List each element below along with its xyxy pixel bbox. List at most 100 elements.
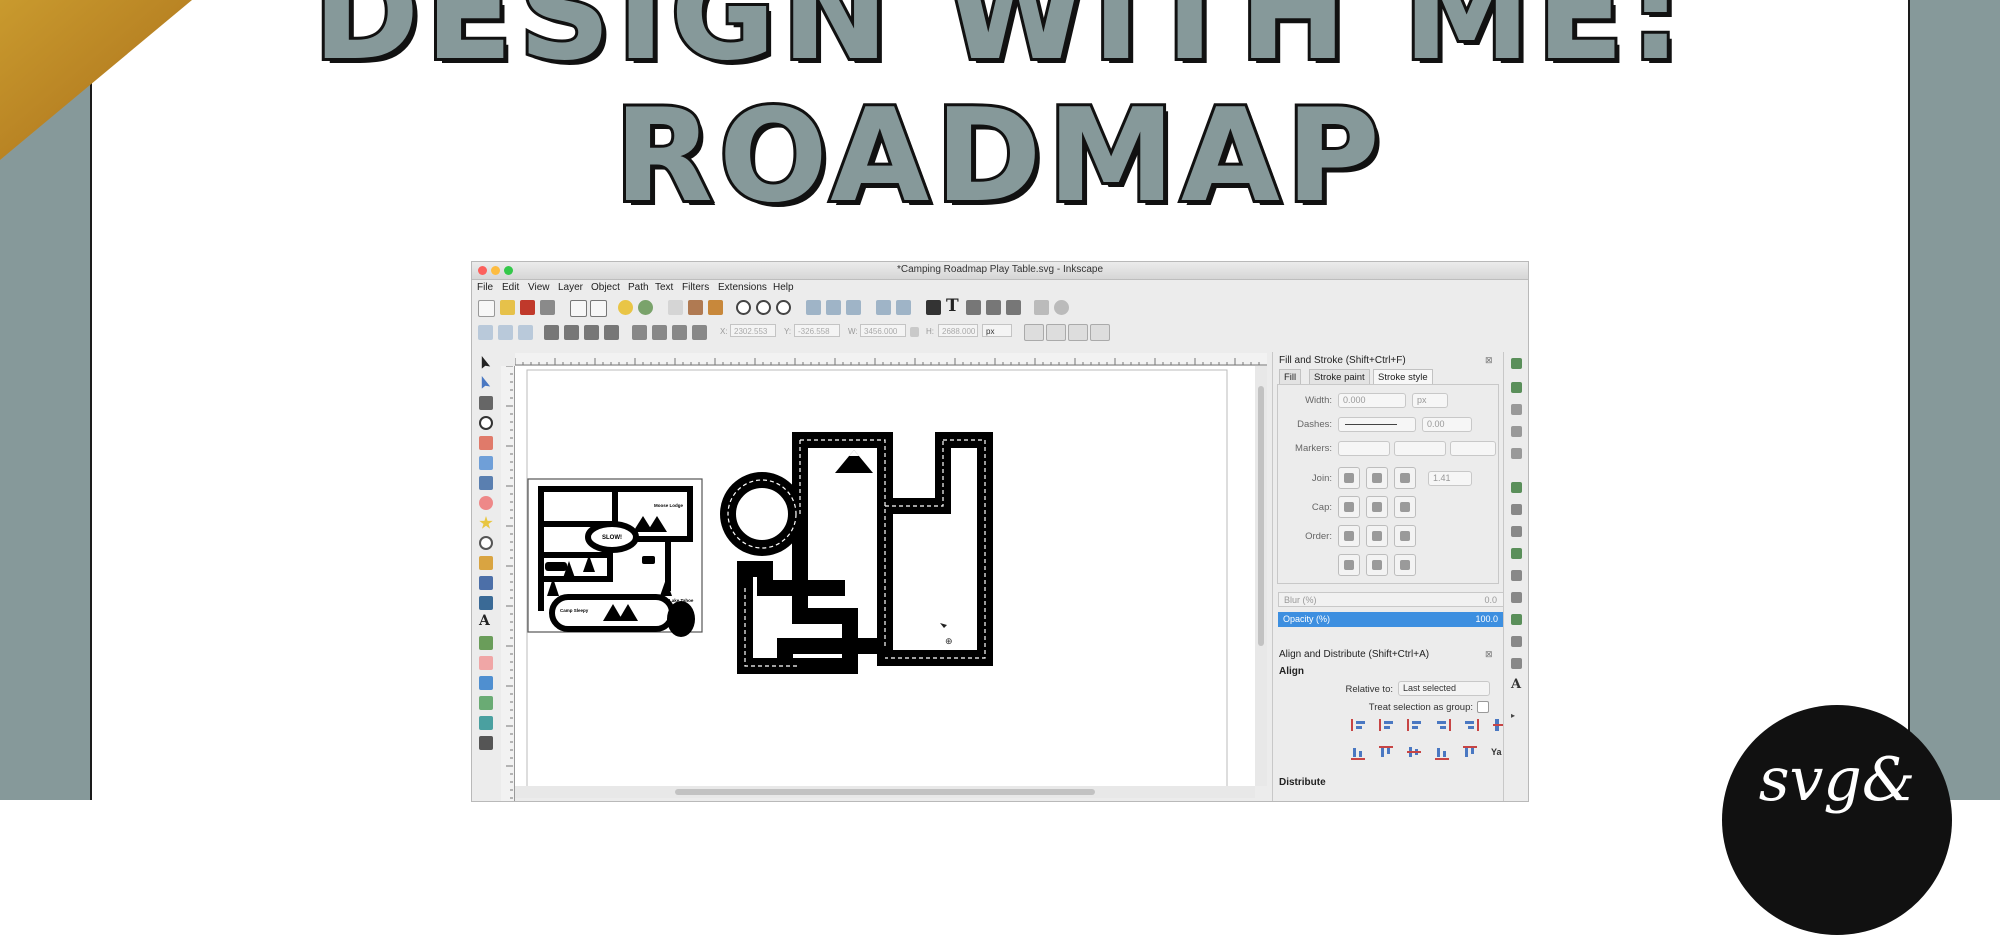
snap-page-border-icon[interactable]: [1511, 658, 1522, 669]
order-fill-markers-icon[interactable]: [1394, 525, 1416, 547]
save-icon[interactable]: [520, 300, 535, 315]
rotate-ccw-icon[interactable]: [544, 325, 559, 340]
snap-intersection-icon[interactable]: [1511, 526, 1522, 537]
pen-tool-icon[interactable]: [479, 576, 493, 590]
align-right-sides-icon[interactable]: [1435, 719, 1451, 731]
text-tool-icon[interactable]: A: [479, 614, 493, 628]
open-folder-icon[interactable]: [500, 300, 515, 315]
h-field[interactable]: 2688.000: [938, 324, 978, 337]
snap-nodes-icon[interactable]: [1511, 482, 1522, 493]
menu-path[interactable]: Path: [628, 282, 649, 293]
snap-bbox-icon[interactable]: [1511, 382, 1522, 393]
raise-to-top-icon[interactable]: [632, 325, 647, 340]
document-properties-icon[interactable]: [1034, 300, 1049, 315]
start-marker-select[interactable]: [1338, 441, 1390, 456]
cap-butt-icon[interactable]: [1338, 496, 1360, 518]
join-bevel-icon[interactable]: [1338, 467, 1360, 489]
duplicate-icon[interactable]: [806, 300, 821, 315]
select-all-icon[interactable]: [478, 325, 493, 340]
scale-corners-icon[interactable]: [1046, 324, 1066, 341]
flip-vertical-icon[interactable]: [604, 325, 619, 340]
rectangle-tool-icon[interactable]: [479, 456, 493, 470]
deselect-icon[interactable]: [518, 325, 533, 340]
scale-stroke-icon[interactable]: [1024, 324, 1044, 341]
end-marker-select[interactable]: [1450, 441, 1496, 456]
ellipse-tool-icon[interactable]: [479, 496, 493, 510]
zoom-tool-icon[interactable]: [479, 416, 493, 430]
tab-fill[interactable]: Fill: [1279, 369, 1302, 384]
group-icon[interactable]: [876, 300, 891, 315]
close-align-icon[interactable]: ⊠: [1485, 649, 1493, 660]
spiral-tool-icon[interactable]: [479, 536, 493, 550]
snap-object-midpoint-icon[interactable]: [1511, 614, 1522, 625]
transform-patterns-icon[interactable]: [1090, 324, 1110, 341]
y-field[interactable]: -326.558: [794, 324, 840, 337]
blur-slider[interactable]: Blur (%) 0.0: [1278, 592, 1504, 607]
width-field[interactable]: 0.000: [1338, 393, 1406, 408]
snap-bbox-corner-icon[interactable]: [1511, 426, 1522, 437]
calligraphy-tool-icon[interactable]: [479, 596, 493, 610]
clone-icon[interactable]: [826, 300, 841, 315]
measure-tool-icon[interactable]: [479, 436, 493, 450]
width-unit-select[interactable]: px: [1412, 393, 1448, 408]
align-distribute-icon[interactable]: [1006, 300, 1021, 315]
lower-icon[interactable]: [672, 325, 687, 340]
ungroup-icon[interactable]: [896, 300, 911, 315]
selector-tool-icon[interactable]: [481, 356, 491, 369]
tab-stroke-style[interactable]: Stroke style: [1373, 369, 1433, 384]
menu-object[interactable]: Object: [591, 282, 620, 293]
copy-icon[interactable]: [668, 300, 683, 315]
zoom-page-icon[interactable]: [776, 300, 791, 315]
menu-filters[interactable]: Filters: [682, 282, 709, 293]
vertical-scrollbar[interactable]: [1255, 366, 1267, 786]
tab-stroke-paint[interactable]: Stroke paint: [1309, 369, 1370, 384]
align-left-edges-icon[interactable]: [1379, 719, 1395, 731]
order-normal-icon[interactable]: [1338, 525, 1360, 547]
align-bottom-to-top-icon[interactable]: [1351, 746, 1365, 760]
mesh-tool-icon[interactable]: [479, 716, 493, 730]
snap-bbox-edge-icon[interactable]: [1511, 404, 1522, 415]
flip-horizontal-icon[interactable]: [584, 325, 599, 340]
unit-select[interactable]: px: [982, 324, 1012, 337]
transform-gradients-icon[interactable]: [1068, 324, 1088, 341]
snap-path-icon[interactable]: [1511, 504, 1522, 515]
undo-icon[interactable]: [618, 300, 633, 315]
menu-help[interactable]: Help: [773, 282, 794, 293]
snap-enable-icon[interactable]: [1511, 358, 1522, 369]
xml-editor-icon[interactable]: [986, 300, 1001, 315]
menu-layer[interactable]: Layer: [558, 282, 583, 293]
lock-ratio-icon[interactable]: [910, 327, 919, 337]
order-markers-fill-icon[interactable]: [1338, 554, 1360, 576]
relative-to-select[interactable]: Last selected: [1398, 681, 1490, 696]
gradient-tool-icon[interactable]: [479, 696, 493, 710]
order-stroke-markers-icon[interactable]: [1366, 554, 1388, 576]
cap-square-icon[interactable]: [1394, 496, 1416, 518]
snap-smooth-icon[interactable]: [1511, 570, 1522, 581]
w-field[interactable]: 3456.000: [860, 324, 906, 337]
select-all-layers-icon[interactable]: [498, 325, 513, 340]
menu-view[interactable]: View: [528, 282, 550, 293]
menu-text[interactable]: Text: [655, 282, 673, 293]
snap-text-baseline-icon[interactable]: A: [1511, 678, 1522, 691]
close-panel-icon[interactable]: ⊠: [1485, 355, 1493, 366]
zoom-selection-icon[interactable]: [736, 300, 751, 315]
cut-icon[interactable]: [688, 300, 703, 315]
menu-file[interactable]: File: [477, 282, 493, 293]
rotate-cw-icon[interactable]: [564, 325, 579, 340]
snap-line-midpoint-icon[interactable]: [1511, 592, 1522, 603]
star-tool-icon[interactable]: [479, 516, 493, 529]
expand-arrow-icon[interactable]: ▸: [1511, 710, 1522, 721]
dropper-tool-icon[interactable]: [479, 736, 493, 750]
align-bottom-edges-icon[interactable]: [1435, 746, 1449, 760]
mid-marker-select[interactable]: [1394, 441, 1446, 456]
align-right-edges-icon[interactable]: [1351, 719, 1367, 731]
align-top-to-bottom-icon[interactable]: [1463, 746, 1477, 760]
snap-rotation-center-icon[interactable]: [1511, 636, 1522, 647]
box3d-tool-icon[interactable]: [479, 476, 493, 490]
cap-round-icon[interactable]: [1366, 496, 1388, 518]
align-left-to-right-icon[interactable]: [1463, 719, 1479, 731]
horizontal-scrollbar[interactable]: [515, 786, 1255, 798]
miter-limit-field[interactable]: 1.41: [1428, 471, 1472, 486]
preferences-gear-icon[interactable]: [1054, 300, 1069, 315]
print-icon[interactable]: [540, 300, 555, 315]
